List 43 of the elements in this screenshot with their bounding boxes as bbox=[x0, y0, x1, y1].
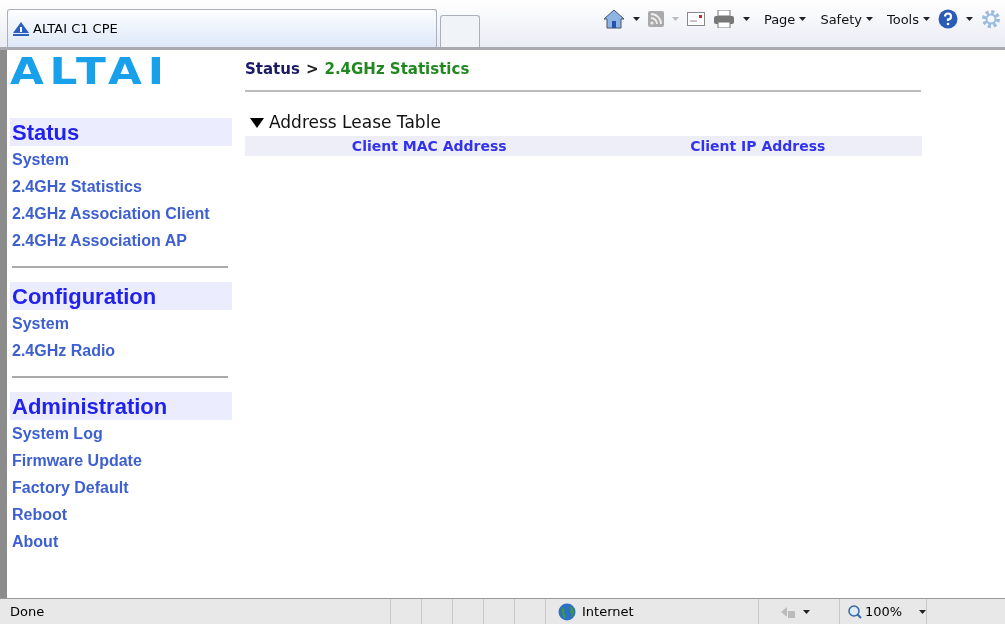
caret-icon[interactable] bbox=[742, 17, 750, 21]
sidebar-link[interactable]: 2.4GHz Association AP bbox=[10, 227, 232, 254]
home-icon[interactable] bbox=[602, 9, 625, 29]
caret-icon[interactable] bbox=[803, 609, 810, 614]
sidebar-link[interactable]: 2.4GHz Radio bbox=[10, 337, 232, 364]
zone-text: Internet bbox=[582, 604, 634, 619]
toolbar-menu[interactable]: Page bbox=[763, 11, 807, 27]
sidebar-link[interactable]: System bbox=[10, 146, 232, 173]
sidebar-heading: Status bbox=[10, 118, 232, 146]
sidebar-link[interactable]: System bbox=[10, 310, 232, 337]
caret-icon[interactable] bbox=[966, 17, 973, 21]
sidebar-link[interactable]: Reboot bbox=[10, 501, 232, 528]
caret-icon[interactable] bbox=[919, 609, 927, 614]
globe-icon bbox=[558, 602, 576, 621]
breadcrumb-separator: > bbox=[305, 60, 319, 78]
sidebar-heading: Administration bbox=[10, 392, 232, 420]
column-header: Client MAC Address bbox=[350, 138, 508, 154]
sidebar-link[interactable]: Firmware Update bbox=[10, 447, 232, 474]
printer-icon[interactable] bbox=[712, 10, 735, 28]
mail-icon[interactable] bbox=[686, 12, 705, 26]
sidebar-heading: Configuration bbox=[10, 282, 232, 310]
zoom-icon[interactable] bbox=[848, 604, 862, 619]
sidebar-link[interactable]: System Log bbox=[10, 420, 232, 447]
caret-icon bbox=[865, 17, 873, 21]
sidebar-link[interactable]: About bbox=[10, 528, 232, 555]
caret-icon bbox=[799, 17, 807, 21]
section-title: Address Lease Table bbox=[269, 112, 441, 132]
caret-icon bbox=[923, 17, 930, 21]
toolbar-menu[interactable]: Tools bbox=[886, 11, 930, 27]
breadcrumb-link[interactable]: Status bbox=[245, 60, 300, 78]
browser-tab[interactable]: ALTAI C1 CPE bbox=[7, 9, 437, 47]
status-text: Done bbox=[8, 599, 391, 624]
column-header: Client IP Address bbox=[689, 138, 827, 154]
sidebar-link[interactable]: Factory Default bbox=[10, 474, 232, 501]
help-icon[interactable] bbox=[938, 9, 958, 29]
triangle-logo-icon bbox=[13, 21, 29, 36]
sidebar-link[interactable]: 2.4GHz Association Client bbox=[10, 200, 232, 227]
zoom-level[interactable]: 100% bbox=[865, 604, 903, 619]
logo: ALTAI bbox=[10, 52, 171, 90]
breadcrumb-current: 2.4GHz Statistics bbox=[324, 60, 470, 78]
caret-icon[interactable] bbox=[632, 17, 640, 21]
sidebar-link[interactable]: 2.4GHz Statistics bbox=[10, 173, 232, 200]
toolbar-menu[interactable]: Safety bbox=[820, 11, 873, 27]
